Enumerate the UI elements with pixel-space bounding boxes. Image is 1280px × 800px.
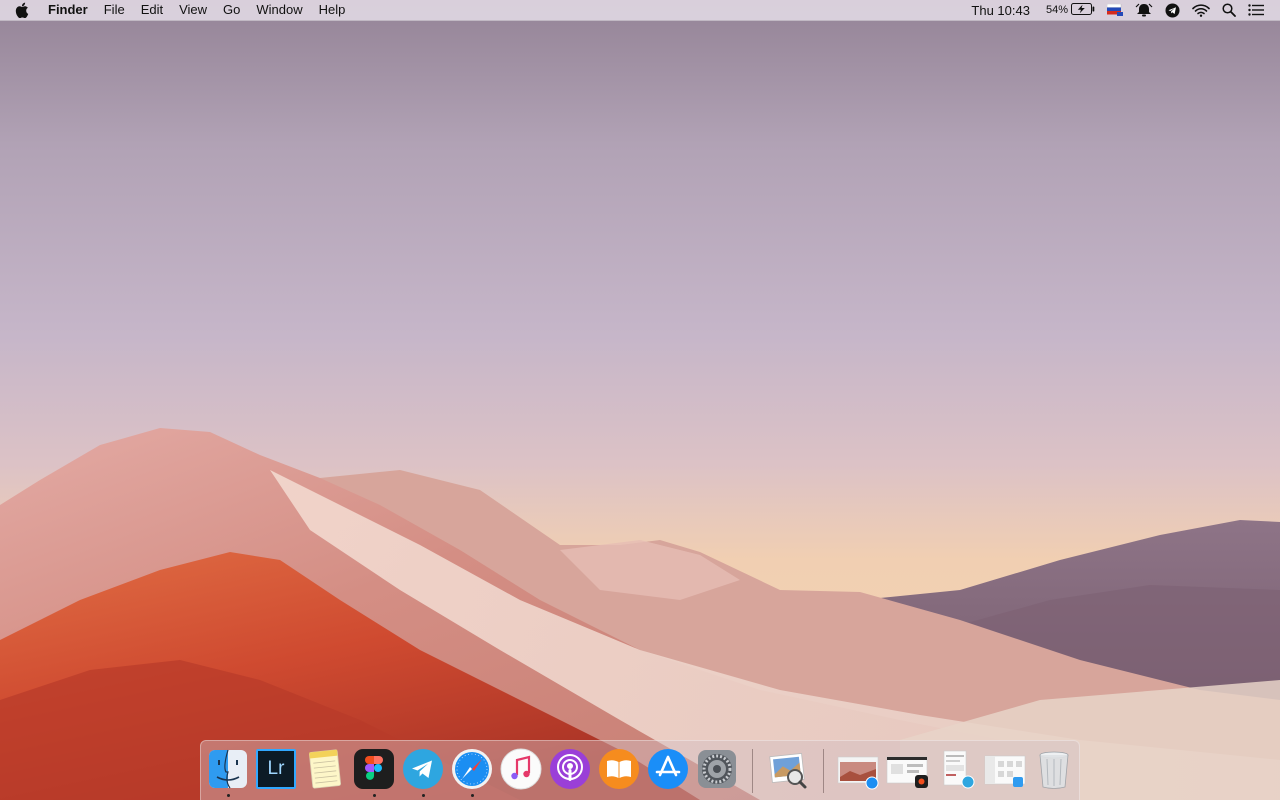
running-indicator [471,794,474,797]
trash-icon[interactable] [1032,747,1076,791]
app-store-icon[interactable] [646,747,690,791]
menu-file[interactable]: File [96,0,133,20]
menu-finder[interactable]: Finder [40,0,96,20]
lightroom-label: Lr [267,758,285,779]
telegram-icon[interactable] [401,747,445,791]
minimized-safari-window-icon[interactable] [836,747,880,791]
minimized-finder-window-icon[interactable] [983,747,1027,791]
running-indicator [373,794,376,797]
notification-center-icon[interactable] [1242,0,1270,20]
system-preferences-icon[interactable] [695,747,739,791]
finder-icon[interactable] [206,747,250,791]
menu-bar: Finder File Edit View Go Window Help Thu… [0,0,1280,21]
figma-icon[interactable] [352,747,396,791]
minimized-figma-window-icon[interactable] [885,747,929,791]
battery-percent: 54% [1045,4,1068,16]
clock[interactable]: Thu 10:43 [965,0,1040,20]
dock-separator [823,749,824,793]
menu-window[interactable]: Window [248,0,310,20]
menu-go[interactable]: Go [215,0,248,20]
notification-icon[interactable] [1129,0,1159,20]
telegram-status-icon[interactable] [1159,0,1186,20]
running-indicator [227,794,230,797]
russian-flag-input-icon[interactable] [1101,0,1129,20]
books-icon[interactable] [597,747,641,791]
safari-icon[interactable] [450,747,494,791]
notes-icon[interactable] [303,747,347,791]
battery-status[interactable]: 54% [1040,0,1101,20]
menu-edit[interactable]: Edit [133,0,171,20]
lightroom-icon[interactable]: Lr [254,747,298,791]
podcasts-icon[interactable] [548,747,592,791]
menu-view[interactable]: View [171,0,215,20]
apple-logo-icon[interactable] [12,0,32,20]
battery-charging-icon [1071,2,1095,18]
wifi-icon[interactable] [1186,0,1216,20]
preview-icon[interactable] [765,747,809,791]
running-indicator [422,794,425,797]
menu-help[interactable]: Help [311,0,354,20]
minimized-telegram-window-icon[interactable] [934,747,978,791]
dock-separator [752,749,753,793]
dock: Lr [200,740,1080,800]
spotlight-search-icon[interactable] [1216,0,1242,20]
itunes-icon[interactable] [499,747,543,791]
desktop-wallpaper [0,0,1280,800]
